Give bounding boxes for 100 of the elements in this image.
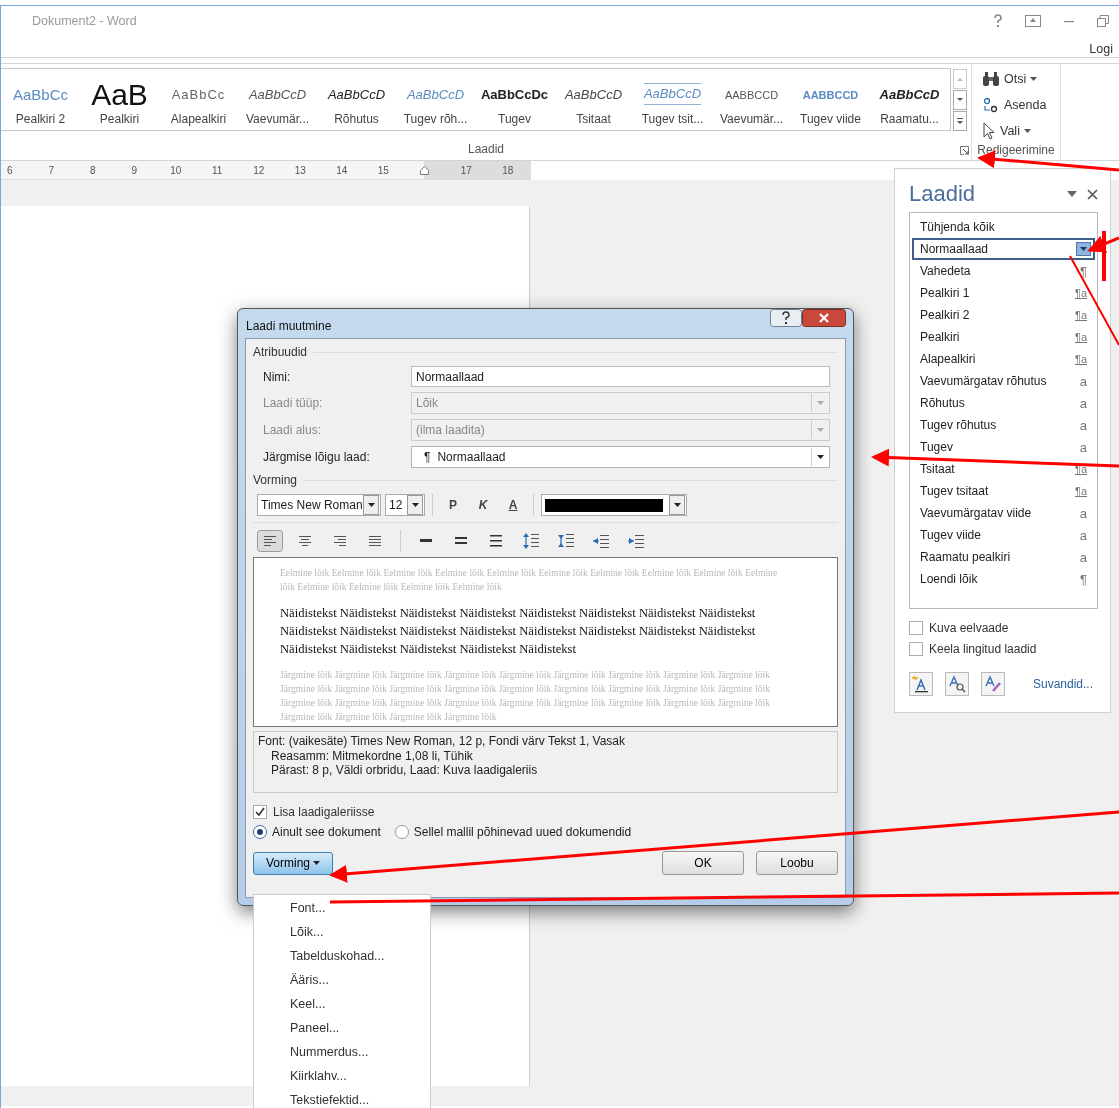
field-label: Laadi tüüp: xyxy=(263,396,324,410)
checkbox[interactable]: Keela lingitud laadid xyxy=(909,642,1098,656)
caret-icon xyxy=(816,401,824,405)
style-list-item[interactable]: Pealkiri ¶a xyxy=(912,326,1095,348)
style-list-item[interactable]: Tugev rõhutus a xyxy=(912,414,1095,436)
style-list-item[interactable]: Alapealkiri ¶a xyxy=(912,348,1095,370)
group-label: Redigeerimine xyxy=(977,143,1055,157)
new-style-icon[interactable] xyxy=(909,672,933,696)
style-list-item[interactable]: Tugev viide a xyxy=(912,524,1095,546)
sign-in-link[interactable]: Logi xyxy=(1089,42,1113,56)
ruler-number: 11 xyxy=(212,164,223,176)
ruler-number: 14 xyxy=(336,164,348,176)
editing-button[interactable]: Asenda xyxy=(982,95,1047,115)
menu-item[interactable]: Ääris... xyxy=(254,968,430,992)
menu-item[interactable]: Font... xyxy=(254,896,430,920)
text-style-button[interactable]: P xyxy=(440,494,466,516)
ribbon-display-icon[interactable] xyxy=(1025,15,1041,27)
ruler-number: 10 xyxy=(170,164,182,176)
style-gallery-item[interactable]: AaBbCcD Raamatu... xyxy=(870,69,949,130)
description-line: Reasamm: Mitmekordne 1,08 li, Tühik xyxy=(270,748,474,763)
style-gallery-item[interactable]: AaBbCcDc Tugev xyxy=(475,69,554,130)
radio-button[interactable] xyxy=(394,825,409,839)
style-gallery-item[interactable]: AaBbCcD Vaevumär... xyxy=(238,69,317,130)
close-icon[interactable] xyxy=(1087,188,1098,200)
style-gallery-item[interactable]: AABBCCD Tugev viide xyxy=(791,69,870,130)
ruler-number: 13 xyxy=(294,164,306,176)
pane-title: Laadid xyxy=(909,181,977,207)
style-list-item[interactable]: Raamatu pealkiri a xyxy=(912,546,1095,568)
style-list-item[interactable]: Pealkiri 2 ¶a xyxy=(912,304,1095,326)
menu-item[interactable]: Lõik... xyxy=(254,920,430,944)
menu-item[interactable]: Kiirklahv... xyxy=(254,1064,430,1088)
format-menu-button[interactable]: Vorming xyxy=(253,851,333,875)
indent-marker-icon[interactable] xyxy=(420,165,430,175)
cursor-icon xyxy=(982,122,996,140)
dialog-launcher-icon[interactable] xyxy=(960,146,969,155)
style-list-item[interactable]: Tugev tsitaat ¶a xyxy=(912,480,1095,502)
alignment-icon[interactable] xyxy=(257,530,283,552)
menu-item[interactable]: Nummerdus... xyxy=(254,1040,430,1064)
radio-label[interactable]: Sellel mallil põhinevad uued dokumendid xyxy=(413,825,632,839)
style-list-item[interactable]: Vaevumärgatav viide a xyxy=(912,502,1095,524)
caret-icon xyxy=(1030,77,1038,81)
style-list-item[interactable]: Normaallaad xyxy=(912,238,1095,260)
radio-button[interactable] xyxy=(253,825,267,839)
style-list-item[interactable]: Vaevumärgatav rõhutus a xyxy=(912,370,1095,392)
style-list-item[interactable]: Rõhutus a xyxy=(912,392,1095,414)
style-gallery-item[interactable]: AABBCCD Vaevumär... xyxy=(712,69,791,130)
dialog-button[interactable]: OK xyxy=(662,851,744,875)
font-dropdown[interactable]: Times New Roman xyxy=(257,494,381,516)
scroll-down-icon[interactable] xyxy=(953,90,967,110)
menu-item[interactable]: Paneel... xyxy=(254,1016,430,1040)
menu-item[interactable]: Keel... xyxy=(254,992,430,1016)
window-title: Dokument2 - Word xyxy=(32,14,137,28)
editing-button[interactable]: Otsi xyxy=(982,69,1047,89)
style-list-item[interactable]: Tugev a xyxy=(912,436,1095,458)
description-line: Pärast: 8 p, Väldi orbridu, Laad: Kuva laadigaleriis xyxy=(270,763,539,778)
editing-button[interactable]: Vali xyxy=(982,121,1047,141)
style-list-item[interactable]: Tühjenda kõik xyxy=(912,216,1095,238)
more-icon[interactable] xyxy=(953,111,967,131)
dropdown-field[interactable]: ¶ Normaallaad xyxy=(411,446,830,468)
field-label: Nimi: xyxy=(263,369,292,384)
ruler-number: 18 xyxy=(502,164,514,176)
restore-icon[interactable] xyxy=(1097,15,1109,27)
ruler-number: 8 xyxy=(89,164,96,176)
font-size-dropdown[interactable]: 12 xyxy=(385,494,425,516)
dropdown-icon[interactable] xyxy=(1076,242,1091,256)
dialog-title: Laadi muutmine xyxy=(245,318,332,333)
caret-icon xyxy=(367,503,375,507)
style-gallery-item[interactable]: AaBbCcD Tugev tsit... xyxy=(633,69,712,130)
manage-styles-icon[interactable] xyxy=(981,672,1005,696)
style-gallery-item[interactable]: AaBbCcD Tugev rõh... xyxy=(396,69,475,130)
style-gallery-item[interactable]: AaBbCc Pealkiri 2 xyxy=(1,69,80,130)
checkbox[interactable]: Kuva eelvaade xyxy=(909,621,1098,635)
style-gallery-item[interactable]: AaB Pealkiri xyxy=(80,69,159,130)
previous-paragraph-text: Eelmine lõik Eelmine lõik Eelmine lõik Eelmine lõik Eelmine lõik Eelmine lõik Eelmine lõik Eelmine lõik Eelmine lõik Eelmine lõik Eelmine lõik Eelmine lõik Eelmine lõik Eelmine lõik xyxy=(280,566,779,594)
binoculars-icon xyxy=(982,71,1000,87)
style-list-item[interactable]: Loendi lõik ¶ xyxy=(912,568,1095,590)
ruler-number: 6 xyxy=(6,164,13,176)
checkmark-icon xyxy=(255,807,265,817)
dialog-button[interactable]: Loobu xyxy=(756,851,838,875)
menu-item[interactable]: Tabelduskohad... xyxy=(254,944,430,968)
help-icon[interactable] xyxy=(993,14,1003,28)
menu-item[interactable]: Tekstiefektid... xyxy=(254,1088,430,1108)
help-icon[interactable] xyxy=(770,309,802,327)
caret-icon xyxy=(411,503,419,507)
style-list-item[interactable]: Pealkiri 1 ¶a xyxy=(912,282,1095,304)
style-inspector-icon[interactable] xyxy=(945,672,969,696)
name-field[interactable]: Normaallaad xyxy=(411,366,830,387)
text-style-button[interactable]: A xyxy=(500,494,526,516)
text-style-button[interactable]: K xyxy=(470,494,496,516)
pane-options-icon[interactable] xyxy=(1067,191,1077,197)
close-icon[interactable] xyxy=(802,309,846,327)
radio-label[interactable]: Ainult see dokument xyxy=(272,825,381,839)
style-gallery-item[interactable]: AaBbCcD Tsitaat xyxy=(554,69,633,130)
style-list-item[interactable]: Vahedeta ¶ xyxy=(912,260,1095,282)
caret-icon xyxy=(673,503,681,507)
style-gallery-item[interactable]: AaBbCc Alapealkiri xyxy=(159,69,238,130)
checkbox[interactable]: Lisa laadigaleriisse xyxy=(253,805,838,819)
font-color-dropdown[interactable] xyxy=(541,494,687,516)
style-gallery-item[interactable]: AaBbCcD Rõhutus xyxy=(317,69,396,130)
options-link[interactable]: Suvandid... xyxy=(1033,677,1094,691)
